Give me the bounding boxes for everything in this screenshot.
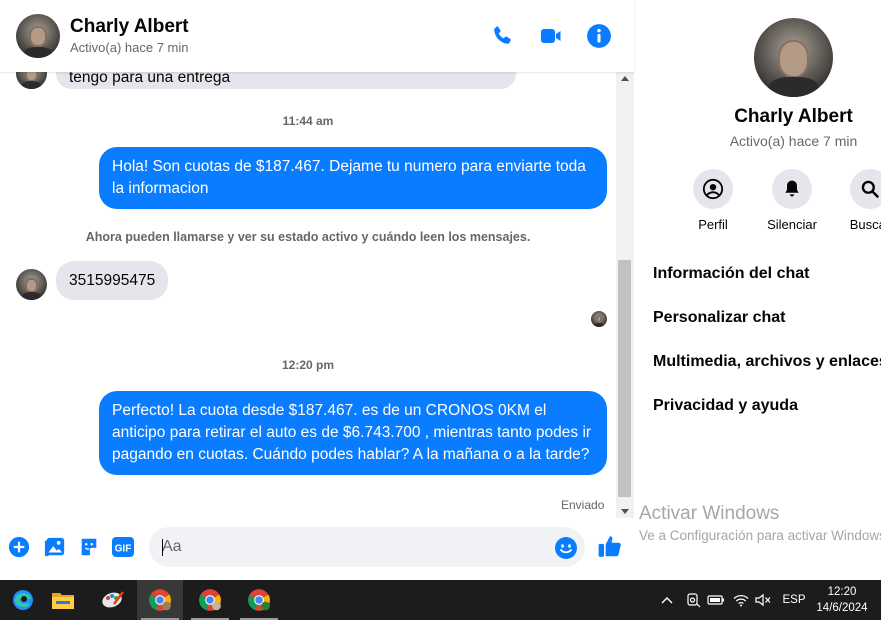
message-text: Hola! Son cuotas de $187.467. Dejame tu … — [112, 158, 586, 197]
search-icon — [861, 180, 879, 198]
plus-icon — [8, 536, 30, 558]
video-call-button[interactable] — [537, 22, 565, 50]
profile-name: Charly Albert — [734, 106, 853, 127]
device-icon — [687, 593, 701, 608]
photo-icon — [44, 537, 65, 557]
message-timestamp: 12:20 pm — [281, 358, 335, 372]
profile-action[interactable]: Perfil — [673, 169, 753, 232]
contact-avatar[interactable] — [16, 14, 60, 58]
search-action-label: Buscar — [849, 217, 881, 232]
scroll-thumb[interactable] — [618, 260, 631, 497]
volume-muted-icon — [755, 593, 771, 607]
delivery-status: Enviado — [561, 498, 605, 512]
wifi-icon — [733, 595, 749, 607]
gif-icon: GIF — [112, 537, 134, 557]
chrome-icon — [199, 589, 221, 611]
activation-watermark-subtitle: Ve a Configuración para activar Windows. — [639, 528, 881, 543]
windows-taskbar: ESP 12:20 14/6/2024 — [0, 580, 881, 620]
message-text: Perfecto! La cuota desde $187.467. es de… — [112, 402, 592, 463]
mute-action-button[interactable] — [772, 169, 812, 209]
system-clock[interactable]: 12:20 14/6/2024 — [812, 580, 872, 620]
sticker-button[interactable] — [77, 535, 101, 559]
chat-header: Charly Albert Activo(a) hace 7 min — [0, 0, 634, 72]
contact-status: Activo(a) hace 7 min — [70, 40, 189, 55]
edge-icon — [13, 590, 33, 610]
phone-icon — [494, 26, 511, 44]
message-text: tengo para una entrega — [69, 72, 231, 86]
message-list[interactable]: tengo para una entrega 11:44 am Hola! So… — [0, 72, 616, 518]
voice-call-button[interactable] — [488, 22, 516, 50]
conversation-info-panel: Charly Albert Activo(a) hace 7 min Perfi… — [635, 0, 881, 580]
taskbar-chrome-2[interactable] — [187, 580, 233, 620]
info-icon — [587, 24, 611, 48]
taskbar-chrome-3[interactable] — [236, 580, 282, 620]
paint-icon — [102, 591, 124, 608]
message-scrollbar[interactable] — [616, 72, 634, 518]
system-notice: Ahora pueden llamarse y ver su estado ac… — [85, 230, 531, 244]
tray-device[interactable] — [683, 580, 703, 620]
mute-action-label: Silenciar — [767, 217, 817, 232]
conversation-info-button[interactable] — [585, 22, 613, 50]
taskbar-chrome-1[interactable] — [137, 580, 183, 620]
incoming-message[interactable]: tengo para una entrega — [56, 72, 516, 89]
more-actions-button[interactable] — [7, 535, 31, 559]
menu-customize-chat[interactable]: Personalizar chat — [653, 309, 786, 327]
input-language[interactable]: ESP — [780, 580, 808, 620]
menu-media-files-links[interactable]: Multimedia, archivos y enlaces — [653, 353, 881, 371]
tray-wifi[interactable] — [731, 580, 751, 620]
mute-action[interactable]: Silenciar — [752, 169, 832, 232]
attach-photo-button[interactable] — [43, 535, 67, 559]
contact-name[interactable]: Charly Albert — [70, 16, 189, 38]
profile-action-label: Perfil — [698, 217, 728, 232]
chrome-icon — [149, 589, 171, 611]
clock-time: 12:20 — [827, 586, 857, 598]
menu-privacy-support[interactable]: Privacidad y ayuda — [653, 397, 798, 415]
clock-date: 14/6/2024 — [816, 602, 868, 614]
bell-icon — [785, 180, 799, 197]
outgoing-message[interactable]: Perfecto! La cuota desde $187.467. es de… — [99, 391, 607, 475]
menu-chat-info[interactable]: Información del chat — [653, 265, 809, 283]
app-window: Charly Albert Activo(a) hace 7 min tengo… — [0, 0, 881, 620]
profile-avatar[interactable] — [754, 18, 833, 97]
sender-avatar — [16, 269, 47, 300]
tray-battery[interactable] — [706, 580, 726, 620]
emoji-button[interactable] — [554, 536, 578, 560]
thumbs-up-icon — [598, 536, 621, 557]
message-timestamp: 11:44 am — [282, 114, 334, 128]
chrome-icon — [248, 589, 270, 611]
sticker-icon — [81, 538, 97, 556]
scroll-down-arrow-icon[interactable] — [621, 509, 629, 514]
profile-status: Activo(a) hace 7 min — [729, 133, 858, 149]
tray-volume[interactable] — [753, 580, 773, 620]
gif-button[interactable]: GIF — [111, 535, 135, 559]
send-like-button[interactable] — [597, 533, 623, 559]
file-explorer-icon — [52, 593, 74, 609]
activation-watermark-title: Activar Windows — [639, 503, 780, 524]
chevron-up-icon — [661, 597, 673, 604]
profile-action-button[interactable] — [693, 169, 733, 209]
taskbar-paint[interactable] — [90, 580, 136, 620]
incoming-message[interactable]: 3515995475 — [56, 261, 169, 300]
battery-icon — [707, 595, 724, 605]
video-camera-icon — [541, 29, 561, 43]
emoji-icon — [555, 537, 577, 559]
message-text: 3515995475 — [69, 272, 156, 289]
gif-label: GIF — [115, 544, 132, 555]
message-input[interactable] — [149, 527, 585, 567]
outgoing-message[interactable]: Hola! Son cuotas de $187.467. Dejame tu … — [99, 147, 607, 209]
message-composer: GIF — [0, 518, 634, 580]
chat-pane: Charly Albert Activo(a) hace 7 min tengo… — [0, 0, 634, 580]
read-receipt-avatar — [591, 311, 607, 327]
text-cursor — [162, 539, 163, 556]
search-action-button[interactable] — [850, 169, 881, 209]
taskbar-file-explorer[interactable] — [40, 580, 86, 620]
sender-avatar — [16, 72, 47, 89]
profile-icon — [702, 178, 724, 200]
search-action[interactable]: Buscar — [830, 169, 881, 232]
scroll-up-arrow-icon[interactable] — [621, 76, 629, 81]
tray-overflow-button[interactable] — [658, 580, 676, 620]
